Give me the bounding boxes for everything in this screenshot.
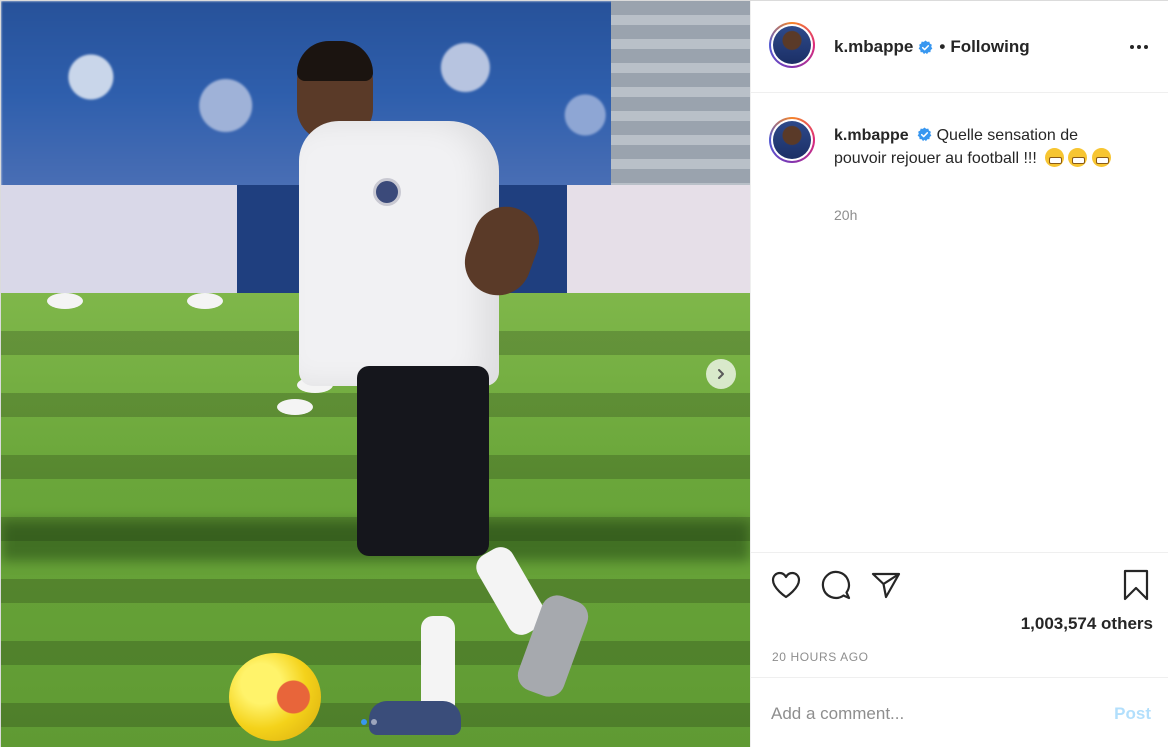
avatar[interactable] bbox=[769, 117, 815, 163]
grin-emoji bbox=[1045, 148, 1065, 167]
training-cone bbox=[47, 293, 83, 309]
club-crest bbox=[373, 178, 401, 206]
post-side-panel: k.mbappe • Following k.mbappe Quelle sen… bbox=[750, 1, 1168, 747]
carousel-next-button[interactable] bbox=[706, 359, 736, 389]
grin-emoji bbox=[1068, 148, 1088, 167]
training-cone bbox=[187, 293, 223, 309]
verified-badge-icon bbox=[918, 39, 933, 55]
profile-picture bbox=[773, 26, 811, 64]
post-header: k.mbappe • Following bbox=[751, 1, 1168, 93]
comments-area: k.mbappe Quelle sensation de pouvoir rej… bbox=[751, 94, 1168, 552]
username-link[interactable]: k.mbappe bbox=[834, 37, 913, 57]
post-timestamp[interactable]: 20 HOURS AGO bbox=[772, 650, 869, 664]
caption-username-link[interactable]: k.mbappe bbox=[834, 127, 909, 144]
player-shorts bbox=[357, 366, 489, 556]
post-photo[interactable] bbox=[1, 1, 750, 747]
comment-bubble-icon bbox=[821, 570, 851, 600]
header-user-line: k.mbappe • Following bbox=[834, 37, 1030, 57]
caption-age[interactable]: 20h bbox=[834, 207, 857, 223]
chevron-right-icon bbox=[718, 369, 724, 379]
bookmark-icon bbox=[1123, 569, 1149, 601]
carousel-indicator bbox=[361, 719, 377, 725]
player-hair bbox=[297, 41, 373, 81]
carousel-dot bbox=[371, 719, 377, 725]
ad-board-left bbox=[1, 185, 237, 293]
more-options-icon[interactable] bbox=[1127, 35, 1151, 59]
comment-button[interactable] bbox=[819, 568, 853, 602]
grin-emoji bbox=[1091, 148, 1111, 167]
football bbox=[229, 653, 321, 741]
player-left-boot bbox=[369, 701, 461, 735]
post-caption: k.mbappe Quelle sensation de pouvoir rej… bbox=[834, 124, 1134, 170]
carousel-dot-active bbox=[361, 719, 367, 725]
post-actions: 1,003,574 others 20 HOURS AGO bbox=[751, 552, 1168, 677]
football-player bbox=[291, 41, 601, 741]
avatar[interactable] bbox=[769, 22, 815, 68]
heart-icon bbox=[771, 571, 801, 599]
comment-input[interactable] bbox=[771, 702, 1091, 726]
instagram-post: k.mbappe • Following k.mbappe Quelle sen… bbox=[0, 0, 1168, 747]
separator-dot: • bbox=[939, 37, 946, 56]
profile-picture bbox=[773, 121, 811, 159]
add-comment-section: Post bbox=[751, 677, 1168, 747]
verified-badge-icon bbox=[917, 127, 932, 142]
post-comment-button[interactable]: Post bbox=[1114, 704, 1151, 724]
share-button[interactable] bbox=[869, 568, 903, 602]
like-count[interactable]: 1,003,574 others bbox=[1021, 614, 1153, 634]
save-button[interactable] bbox=[1119, 568, 1153, 602]
like-button[interactable] bbox=[769, 568, 803, 602]
following-button[interactable]: Following bbox=[950, 37, 1029, 57]
stadium-stairs bbox=[611, 1, 750, 186]
paper-plane-icon bbox=[871, 572, 901, 599]
